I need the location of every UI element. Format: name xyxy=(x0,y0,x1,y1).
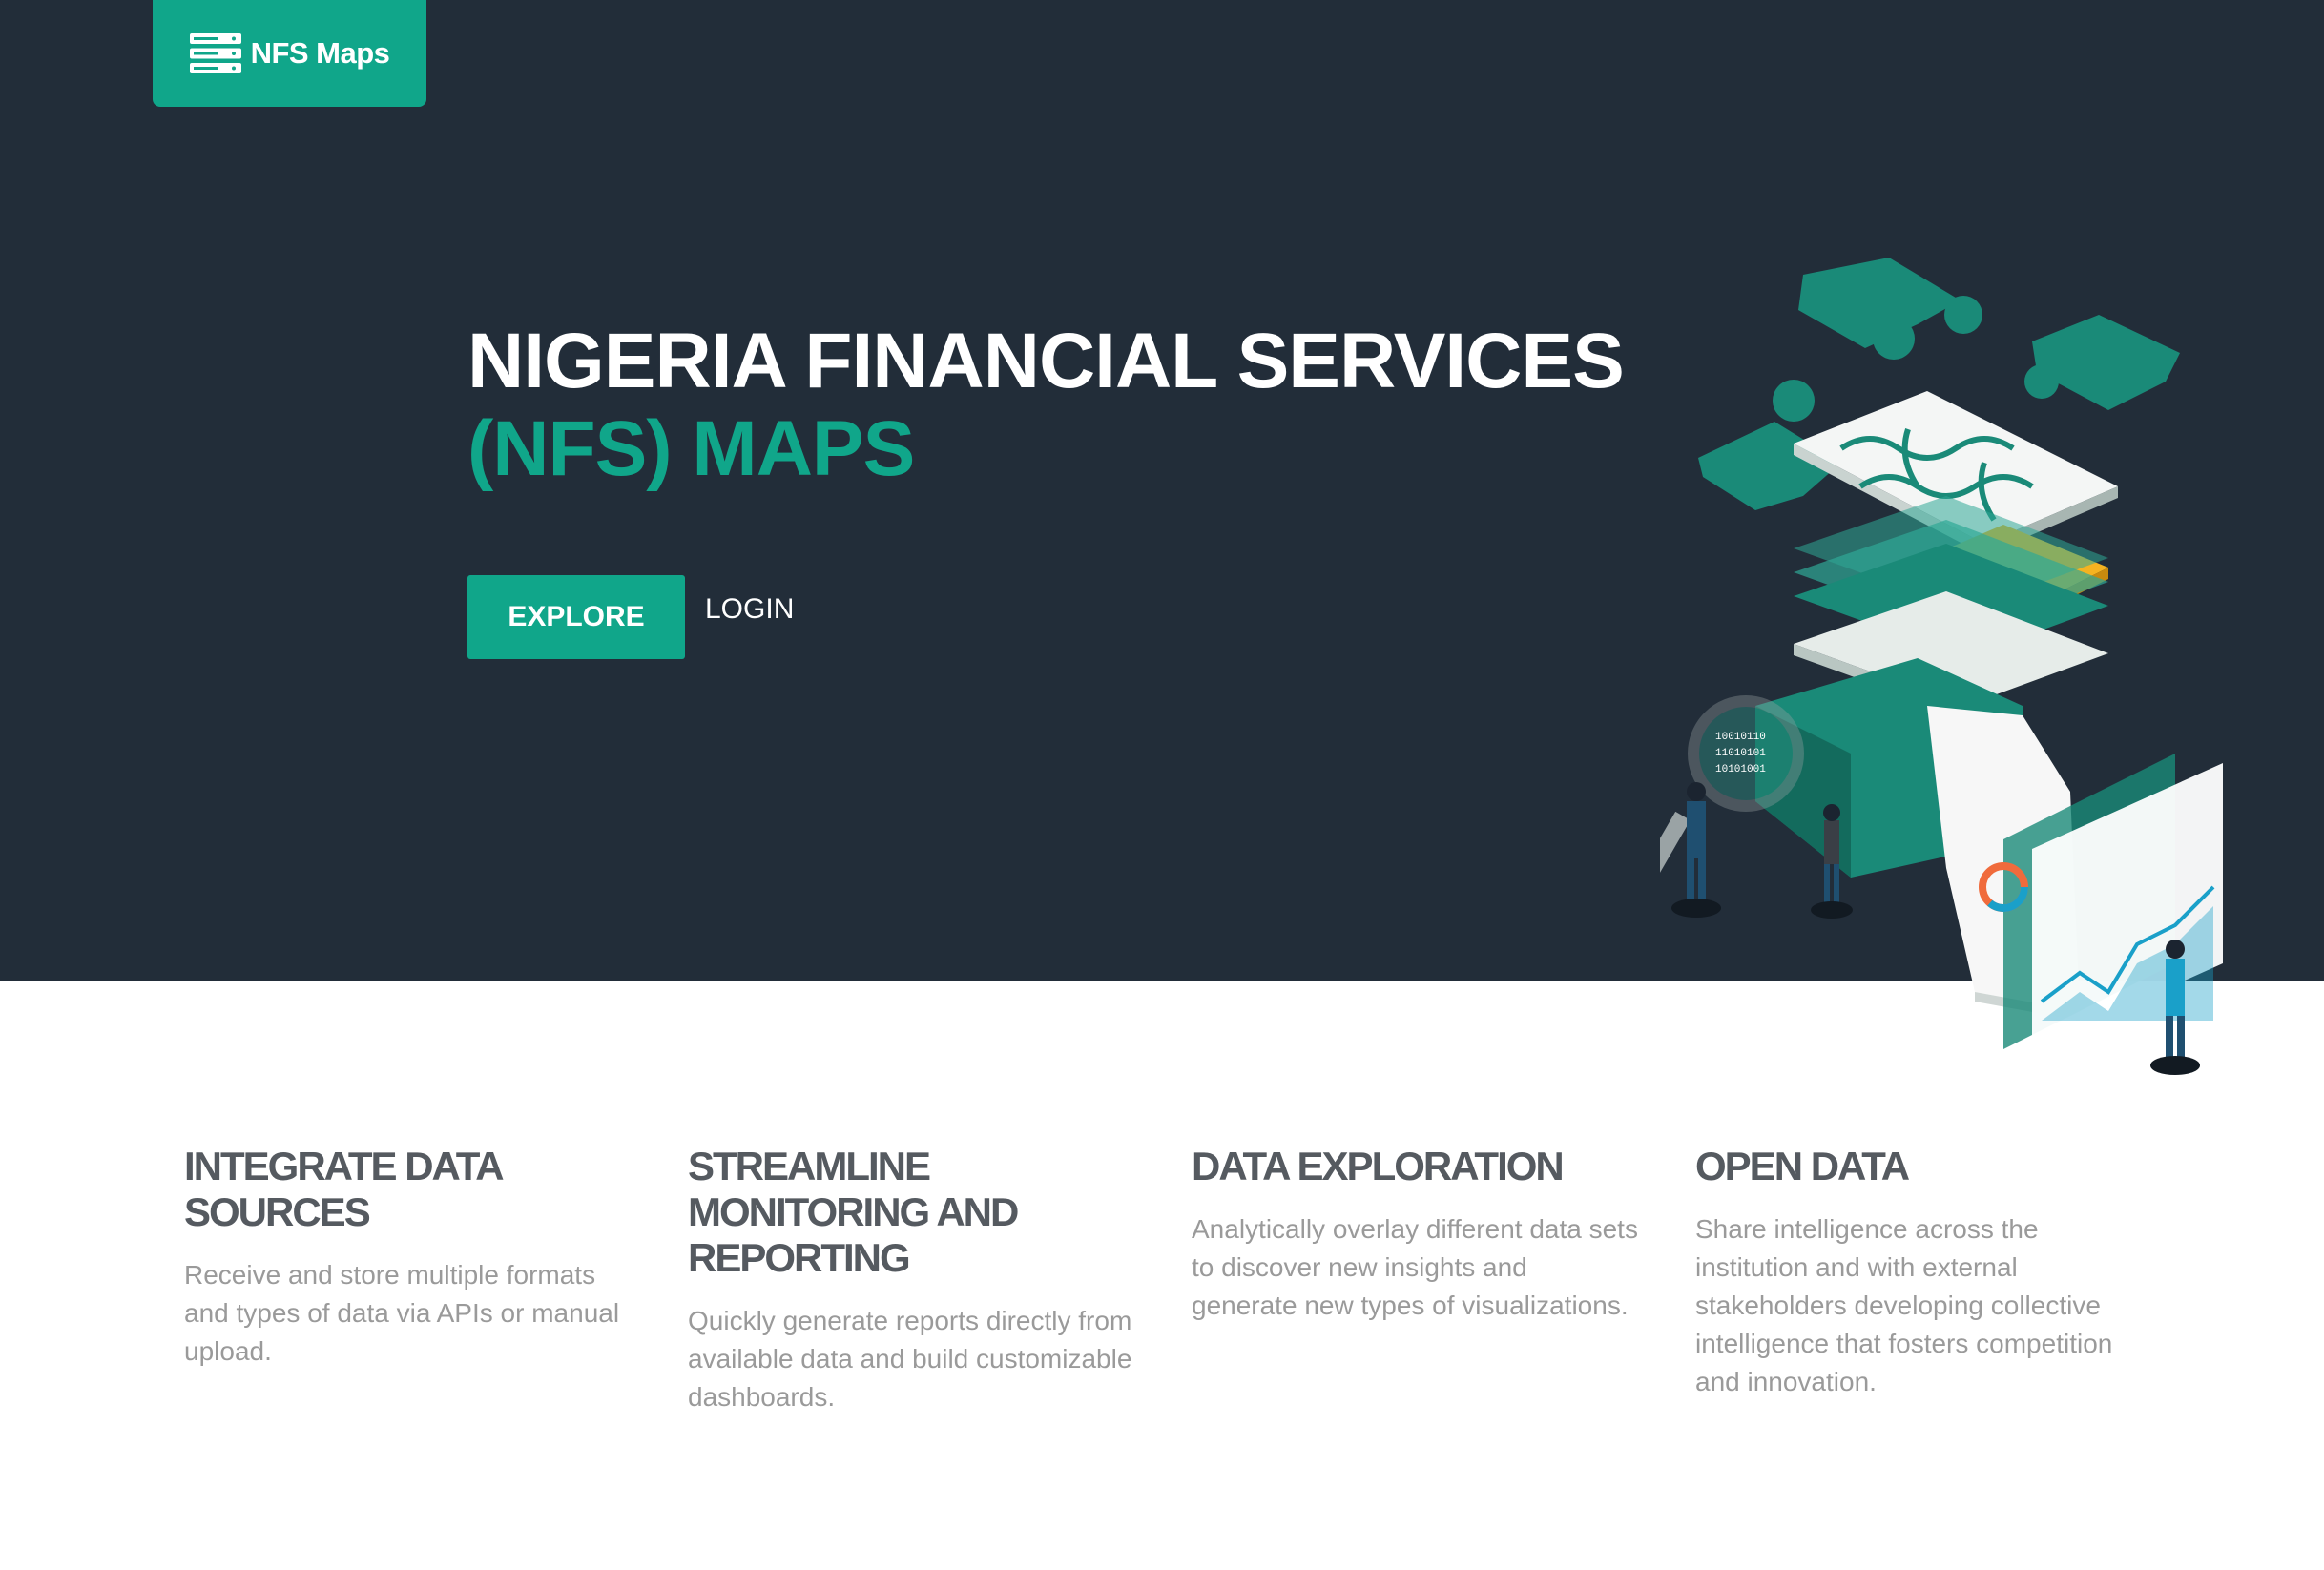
puzzle-piece-right xyxy=(2024,315,2180,410)
hero-title: NIGERIA FINANCIAL SERVICES (NFS) MAPS xyxy=(467,318,1625,493)
explore-button[interactable]: EXPLORE xyxy=(467,575,685,659)
feature-text: Share intelligence across the institutio… xyxy=(1695,1214,2113,1396)
feature-streamline-monitoring: STREAMLINE MONITORING AND REPORTING Quic… xyxy=(688,1144,1136,1416)
hero-title-line2: (NFS) MAPS xyxy=(467,405,915,492)
hero-section: NFS Maps NIGERIA FINANCIAL SERVICES (NFS… xyxy=(0,0,2324,1075)
feature-title: STREAMLINE MONITORING AND REPORTING xyxy=(688,1144,1019,1280)
feature-text: Analytically overlay different data sets… xyxy=(1192,1214,1638,1320)
feature-data-exploration: DATA EXPLORATION Analytically overlay di… xyxy=(1192,1144,1640,1325)
features-section: INTEGRATE DATA SOURCES Receive and store… xyxy=(0,981,2324,1570)
magnifier-icon: 10010110 11010101 10101001 xyxy=(1660,695,1804,887)
page: NFS Maps NIGERIA FINANCIAL SERVICES (NFS… xyxy=(0,0,2324,1570)
brand-logo-text: NFS Maps xyxy=(250,36,390,70)
feature-text: Receive and store multiple formats and t… xyxy=(184,1260,620,1366)
server-stack-icon xyxy=(189,33,241,73)
feature-title: DATA EXPLORATION xyxy=(1192,1144,1565,1188)
svg-text:11010101: 11010101 xyxy=(1715,748,1766,759)
feature-text: Quickly generate reports directly from a… xyxy=(688,1306,1132,1412)
hero-title-line1: NIGERIA FINANCIAL SERVICES xyxy=(467,318,1625,404)
feature-title: OPEN DATA xyxy=(1695,1144,1910,1188)
brand-logo-link[interactable]: NFS Maps xyxy=(153,0,426,107)
isometric-puzzle-data-illustration: 10010110 11010101 10101001 xyxy=(1660,258,2223,1075)
svg-text:10010110: 10010110 xyxy=(1715,732,1766,743)
feature-open-data: OPEN DATA Share intelligence across the … xyxy=(1695,1144,2144,1401)
svg-text:10101001: 10101001 xyxy=(1715,764,1766,775)
feature-title: INTEGRATE DATA SOURCES xyxy=(184,1144,503,1234)
puzzle-piece-top xyxy=(1798,258,1982,360)
login-link[interactable]: LOGIN xyxy=(705,593,794,626)
feature-integrate-data: INTEGRATE DATA SOURCES Receive and store… xyxy=(184,1144,633,1371)
